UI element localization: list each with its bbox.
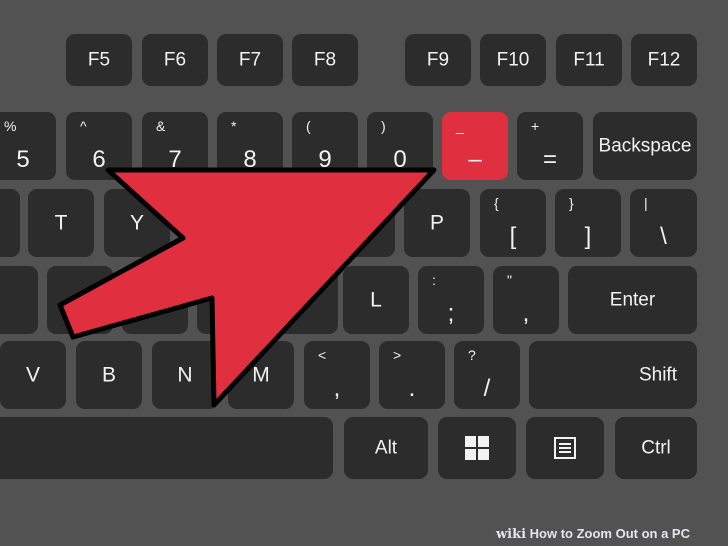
watermark: wiki How to Zoom Out on a PC bbox=[495, 526, 690, 542]
arrow-pointer-icon bbox=[57, 167, 437, 408]
scene: F5 F6 F7 F8 F9 F10 F11 F12 % 5 ^ 6 & 7 * 8 (… bbox=[0, 0, 728, 546]
